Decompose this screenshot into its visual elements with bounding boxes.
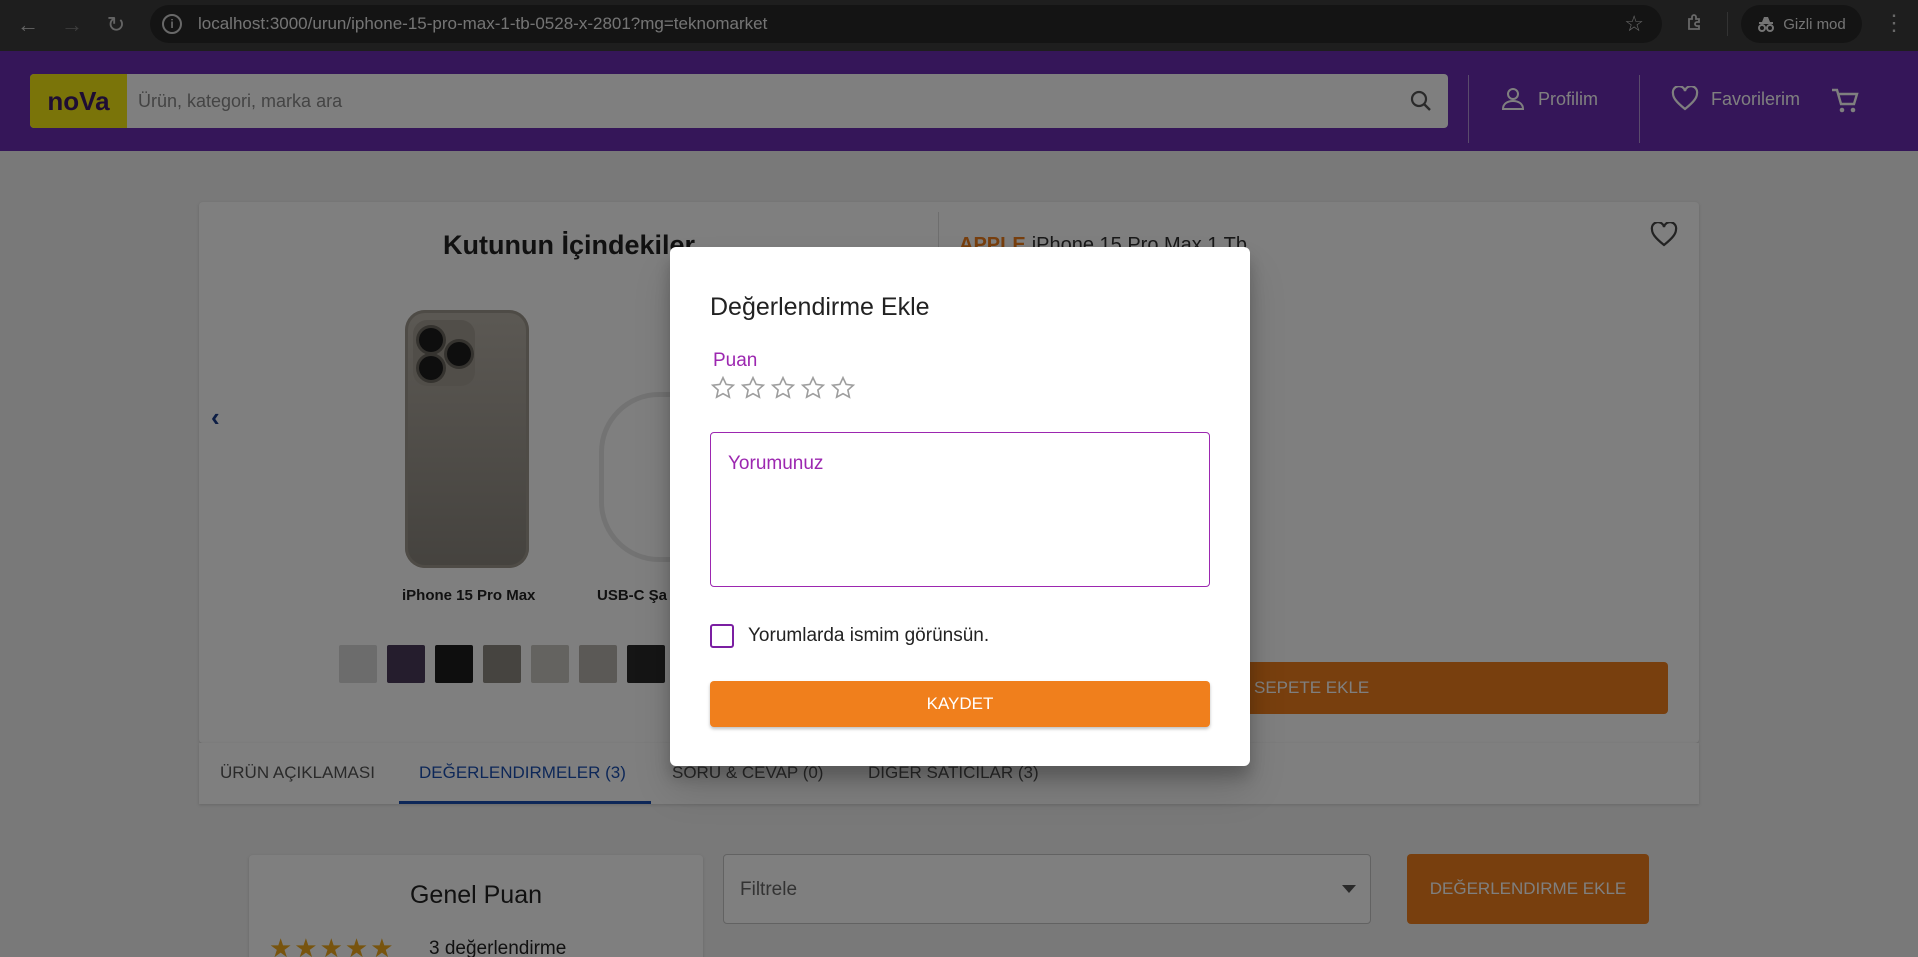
comment-textarea[interactable]: Yorumunuz [710,432,1210,587]
star-outline-icon[interactable] [710,375,736,401]
star-outline-icon[interactable] [830,375,856,401]
show-name-label[interactable]: Yorumlarda ismim görünsün. [748,625,989,647]
star-outline-icon[interactable] [740,375,766,401]
star-outline-icon[interactable] [800,375,826,401]
dialog-title: Değerlendirme Ekle [710,293,930,321]
rating-stars[interactable] [710,375,856,401]
save-button[interactable]: KAYDET [710,681,1210,727]
comment-placeholder: Yorumunuz [728,453,824,474]
star-outline-icon[interactable] [770,375,796,401]
rating-label: Puan [713,350,758,371]
add-review-dialog: Değerlendirme Ekle Puan Yorumunuz Yoruml… [670,247,1250,766]
show-name-checkbox[interactable] [710,624,734,648]
